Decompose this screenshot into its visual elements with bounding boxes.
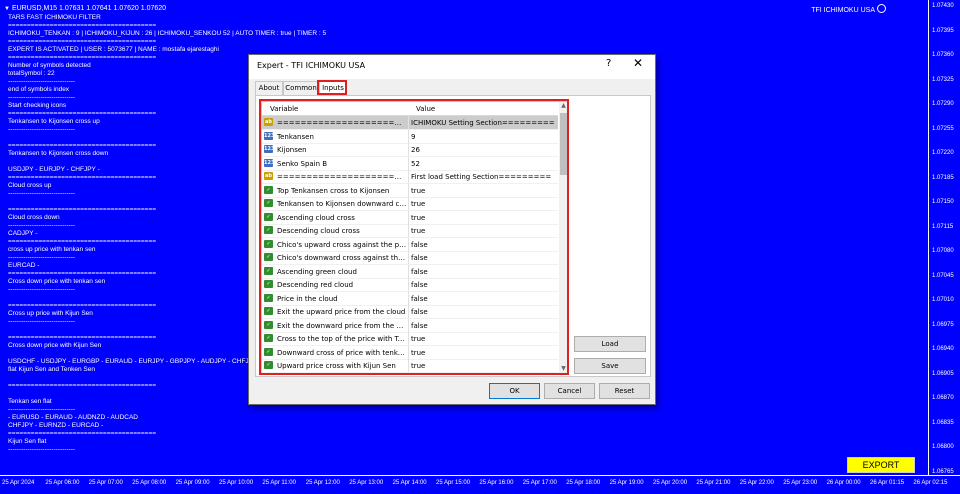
log-line: TARS FAST ICHIMOKU FILTER xyxy=(8,14,101,21)
time-tick-label: 25 Apr 20:00 xyxy=(653,480,688,486)
price-tick-label: 1.06905 xyxy=(932,370,954,377)
price-tick-label: 1.07360 xyxy=(932,52,954,59)
log-line: CHFJPY - EURNZD - EURCAD - xyxy=(8,422,104,429)
symbol-quote: EURUSD,M15 1.07631 1.07641 1.07620 1.076… xyxy=(11,5,167,12)
load-button[interactable]: Load xyxy=(574,336,646,352)
inputs-tab-highlight xyxy=(317,80,347,95)
inputs-grid-highlight xyxy=(259,99,569,375)
time-tick-label: 25 Apr 10:00 xyxy=(219,480,254,486)
time-tick-label: 26 Apr 00:00 xyxy=(826,480,861,486)
price-tick-label: 1.07325 xyxy=(932,76,954,83)
time-tick-label: 25 Apr 08:00 xyxy=(132,480,167,486)
price-tick-label: 1.07220 xyxy=(932,150,954,157)
time-tick-label: 25 Apr 11:00 xyxy=(262,480,296,486)
time-tick-label: 25 Apr 22:00 xyxy=(739,480,774,486)
cancel-button[interactable]: Cancel xyxy=(544,383,595,399)
ok-button[interactable]: OK xyxy=(489,383,540,399)
save-button[interactable]: Save xyxy=(574,358,646,374)
help-button[interactable]: ? xyxy=(606,58,611,69)
expert-label: TFI ICHIMOKU USA xyxy=(811,4,886,14)
tab-common[interactable]: Common xyxy=(283,81,319,95)
time-tick-label: 25 Apr 18:00 xyxy=(566,480,601,486)
time-tick-label: 25 Apr 16:00 xyxy=(479,480,514,486)
log-line: ======================================= xyxy=(8,38,157,45)
price-tick-label: 1.07115 xyxy=(932,223,954,230)
price-tick-label: 1.07395 xyxy=(932,27,954,34)
tab-about[interactable]: About xyxy=(255,81,283,95)
log-line: ======================================= xyxy=(8,430,157,437)
price-tick-label: 1.06800 xyxy=(932,444,954,451)
time-axis: 25 Apr 2024 25 Apr 06:00 25 Apr 07:00 25 Ap… xyxy=(0,475,960,494)
log-line: ------------------------------- xyxy=(8,446,76,453)
price-tick-label: 1.07430 xyxy=(932,3,954,9)
time-tick-label: 25 Apr 13:00 xyxy=(349,480,384,486)
price-tick-label: 1.06870 xyxy=(932,395,954,402)
time-tick-label: 25 Apr 14:00 xyxy=(392,480,427,486)
time-tick-label: 25 Apr 12:00 xyxy=(305,480,340,486)
price-tick-label: 1.07080 xyxy=(932,248,954,255)
price-tick-label: 1.06975 xyxy=(932,321,954,328)
log-line: EXPERT IS ACTIVATED | USER : 5073677 | N… xyxy=(8,46,219,53)
price-tick-label: 1.07185 xyxy=(932,174,954,181)
dialog-title: Expert - TFI ICHIMOKU USA xyxy=(257,61,366,70)
dialog-titlebar[interactable]: Expert - TFI ICHIMOKU USA ? ✕ xyxy=(249,55,655,79)
log-line: ------------------------------- xyxy=(8,406,76,413)
time-tick-label: 25 Apr 17:00 xyxy=(522,480,557,486)
expert-properties-dialog: Expert - TFI ICHIMOKU USA ? ✕ About Comm… xyxy=(248,54,656,405)
time-tick-label: 25 Apr 21:00 xyxy=(696,480,731,486)
log-line: - EURUSD - EURAUD - AUDNZD - AUDCAD xyxy=(8,414,139,421)
price-tick-label: 1.06940 xyxy=(932,346,954,353)
price-axis: 1.07430 1.07395 1.07360 1.07325 1.07290 1.072… xyxy=(928,0,960,475)
time-tick-label: 25 Apr 09:00 xyxy=(175,480,210,486)
price-tick-label: 1.06835 xyxy=(932,419,954,426)
chart-symbol-line: ▼ EURUSD,M15 1.07631 1.07641 1.07620 1.07… xyxy=(4,4,166,14)
time-tick-label: 25 Apr 15:00 xyxy=(436,480,471,486)
log-line: ======================================= xyxy=(8,22,157,29)
export-button[interactable]: EXPORT xyxy=(847,457,915,473)
log-line: Kijun Sen flat xyxy=(8,438,47,445)
price-tick-label: 1.07290 xyxy=(932,101,954,108)
time-tick-label: 26 Apr 02:15 xyxy=(913,480,948,486)
expert-name: TFI ICHIMOKU USA xyxy=(811,7,875,14)
time-tick-label: 25 Apr 23:00 xyxy=(783,480,818,486)
price-tick-label: 1.07255 xyxy=(932,125,954,132)
smiley-icon xyxy=(877,4,886,13)
log-line: ICHIMOKU_TENKAN : 9 | ICHIMOKU_KIJUN : 2… xyxy=(8,30,327,37)
time-tick-label: 25 Apr 2024 xyxy=(2,480,35,486)
triangle-down-icon: ▼ xyxy=(4,6,10,12)
time-tick-label: 25 Apr 06:00 xyxy=(45,480,80,486)
reset-button[interactable]: Reset xyxy=(599,383,650,399)
price-tick-label: 1.07045 xyxy=(932,272,954,279)
time-tick-label: 25 Apr 19:00 xyxy=(609,480,644,486)
time-tick-label: 26 Apr 01:15 xyxy=(870,480,905,486)
time-tick-label: 25 Apr 07:00 xyxy=(88,480,123,486)
price-tick-label: 1.07150 xyxy=(932,199,954,206)
price-tick-label: 1.07010 xyxy=(932,297,954,304)
close-button[interactable]: ✕ xyxy=(633,56,643,70)
